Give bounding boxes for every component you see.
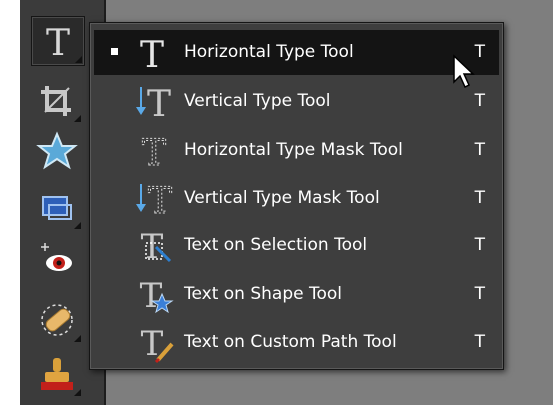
menu-item-text-on-custom-path-tool[interactable]: T Text on Custom Path Tool T <box>94 320 499 365</box>
red-eye-removal-icon <box>41 243 72 271</box>
svg-text:T: T <box>148 181 172 221</box>
svg-text:T: T <box>142 133 166 173</box>
horizontal-type-icon: T <box>140 35 164 75</box>
crop-tool-button[interactable] <box>31 76 83 124</box>
more-tools-indicator <box>74 335 81 342</box>
svg-text:T: T <box>147 84 171 124</box>
vertical-type-mask-icon: T <box>136 181 173 221</box>
menu-item-horizontal-type-tool[interactable]: T Horizontal Type Tool T <box>94 30 499 75</box>
more-tools-indicator <box>75 56 82 63</box>
menu-item-label: Text on Shape Tool <box>184 284 343 304</box>
clone-stamp-button[interactable] <box>31 350 83 398</box>
shortcut-label: T <box>474 91 485 111</box>
menu-item-text-on-selection-tool[interactable]: T Text on Selection Tool T <box>94 223 499 268</box>
red-eye-tool-button[interactable] <box>31 233 83 281</box>
more-tools-indicator <box>74 222 81 229</box>
shortcut-label: T <box>474 235 485 255</box>
recompose-tool-button[interactable] <box>31 183 83 231</box>
more-tools-indicator <box>74 115 81 122</box>
type-tool-button[interactable]: T <box>31 16 85 66</box>
cookie-cutter-star-icon <box>36 131 78 170</box>
vertical-type-icon: T <box>136 84 171 124</box>
menu-item-vertical-type-mask-tool[interactable]: T Vertical Type Mask Tool T <box>94 176 499 221</box>
menu-item-text-on-shape-tool[interactable]: T Text on Shape Tool T <box>94 272 499 317</box>
menu-item-label: Horizontal Type Tool <box>184 42 354 62</box>
shortcut-label: T <box>474 332 485 352</box>
svg-text:T: T <box>141 227 164 267</box>
shortcut-label: T <box>474 188 485 208</box>
shortcut-label: T <box>474 284 485 304</box>
cookie-cutter-button[interactable] <box>31 126 83 174</box>
text-on-selection-icon: T <box>141 227 172 267</box>
menu-item-label: Vertical Type Mask Tool <box>184 188 380 208</box>
type-tools-flyout-menu: T Horizontal Type Tool T T Vertical Type… <box>89 22 504 370</box>
horizontal-type-mask-icon: T <box>141 133 166 174</box>
menu-item-horizontal-type-mask-tool[interactable]: T Horizontal Type Mask Tool T <box>94 128 499 174</box>
menu-item-vertical-type-tool[interactable]: T Vertical Type Tool T <box>94 79 499 124</box>
svg-text:T: T <box>140 35 164 75</box>
menu-item-label: Horizontal Type Mask Tool <box>184 140 403 160</box>
mouse-cursor-icon <box>453 54 475 89</box>
text-on-shape-icon: T <box>140 276 174 316</box>
text-on-custom-path-icon: T <box>141 324 174 364</box>
more-tools-indicator <box>74 389 81 396</box>
shortcut-label: T <box>474 140 485 160</box>
current-tool-bullet <box>111 48 118 55</box>
menu-item-label: Text on Custom Path Tool <box>184 332 397 352</box>
svg-text:T: T <box>46 23 70 64</box>
menu-item-label: Vertical Type Tool <box>184 91 331 111</box>
healing-brush-button[interactable] <box>31 296 83 344</box>
menu-item-label: Text on Selection Tool <box>184 235 368 255</box>
